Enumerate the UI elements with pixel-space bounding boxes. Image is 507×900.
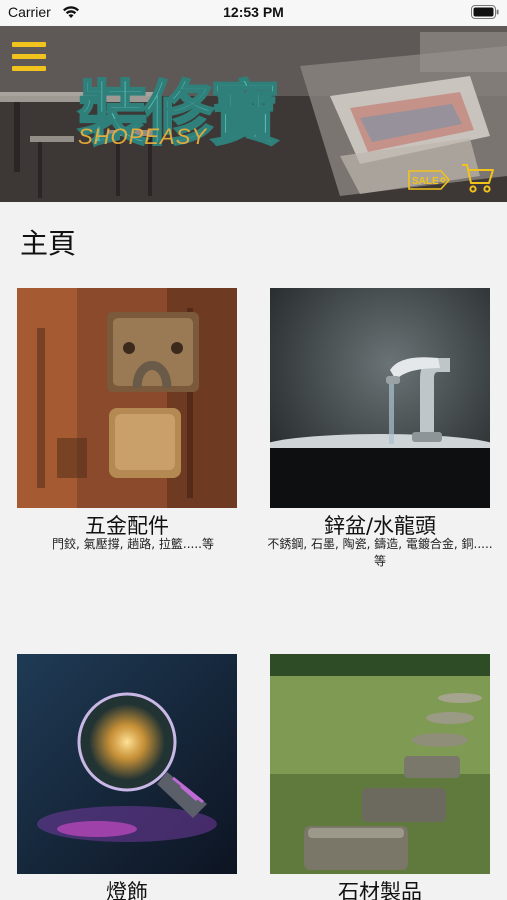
hamburger-menu-icon — [12, 42, 46, 47]
shopping-cart-icon[interactable] — [461, 162, 495, 194]
status-time: 12:53 PM — [223, 4, 284, 20]
page-title: 主頁 — [20, 227, 77, 260]
battery-icon — [471, 5, 499, 19]
menu-button[interactable] — [12, 42, 48, 72]
faucet-image — [270, 288, 490, 508]
status-bar: Carrier 12:53 PM — [0, 0, 507, 26]
stepping-stones-image — [270, 654, 490, 874]
sale-badge-label: SALE — [412, 176, 439, 187]
header-actions: SALE — [407, 162, 495, 196]
app-logo: 裝修寶 SHOPEASY — [76, 48, 326, 156]
light-bulb-image — [17, 654, 237, 874]
hardware-padlock-image — [17, 288, 237, 508]
hamburger-menu-line — [12, 66, 46, 71]
category-title: 石材製品 — [338, 880, 422, 900]
sale-tag-icon[interactable]: SALE — [407, 168, 451, 192]
logo-subtext: SHOPEASY — [78, 124, 208, 149]
header-banner: 裝修寶 SHOPEASY SALE — [0, 26, 507, 202]
hamburger-menu-line — [12, 54, 46, 59]
category-desc: 門鉸, 氣壓撐, 趟路, 拉籃.....等 — [52, 537, 214, 551]
category-title: 燈飾 — [106, 880, 148, 900]
category-desc: 不銹鋼, 石墨, 陶瓷, 鑄造, 電鍍合金, 銅.....等 — [267, 537, 493, 568]
